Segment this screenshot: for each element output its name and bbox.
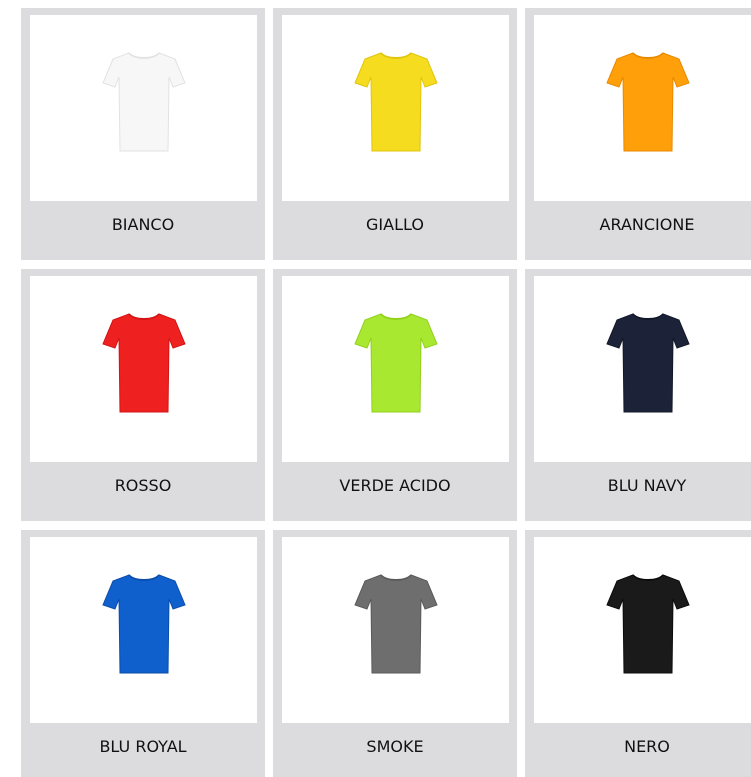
navy-blue-tshirt-icon xyxy=(605,313,690,413)
swatch-image xyxy=(30,15,257,201)
swatch-card-nero[interactable]: NERO xyxy=(525,530,751,777)
swatch-card-rosso[interactable]: ROSSO xyxy=(21,269,265,521)
swatch-card-giallo[interactable]: GIALLO xyxy=(273,8,517,260)
black-tshirt-icon xyxy=(605,574,690,674)
swatch-label: VERDE ACIDO xyxy=(339,476,451,495)
acid-green-tshirt-icon xyxy=(353,313,438,413)
smoke-tshirt-icon xyxy=(353,574,438,674)
swatch-image xyxy=(282,537,509,723)
swatch-image xyxy=(534,15,751,201)
swatch-image xyxy=(534,537,751,723)
swatch-label: BLU NAVY xyxy=(607,476,687,495)
yellow-tshirt-icon xyxy=(353,52,438,152)
swatch-label: SMOKE xyxy=(366,737,424,756)
swatch-label: BIANCO xyxy=(111,215,175,234)
color-swatch-grid: BIANCO GIALLO ARANCIONE ROSSO VERDE ACID… xyxy=(0,0,751,777)
swatch-card-smoke[interactable]: SMOKE xyxy=(273,530,517,777)
swatch-label: ROSSO xyxy=(114,476,172,495)
swatch-label: GIALLO xyxy=(366,215,424,234)
swatch-image xyxy=(282,15,509,201)
swatch-card-arancione[interactable]: ARANCIONE xyxy=(525,8,751,260)
swatch-label: NERO xyxy=(624,737,670,756)
swatch-card-verde-acido[interactable]: VERDE ACIDO xyxy=(273,269,517,521)
swatch-image xyxy=(534,276,751,462)
swatch-card-blu-navy[interactable]: BLU NAVY xyxy=(525,269,751,521)
swatch-label: ARANCIONE xyxy=(599,215,695,234)
swatch-card-bianco[interactable]: BIANCO xyxy=(21,8,265,260)
swatch-image xyxy=(282,276,509,462)
swatch-label: BLU ROYAL xyxy=(99,737,187,756)
royal-blue-tshirt-icon xyxy=(101,574,186,674)
orange-tshirt-icon xyxy=(605,52,690,152)
swatch-card-blu-royal[interactable]: BLU ROYAL xyxy=(21,530,265,777)
red-tshirt-icon xyxy=(101,313,186,413)
swatch-image xyxy=(30,537,257,723)
swatch-image xyxy=(30,276,257,462)
white-tshirt-icon xyxy=(101,52,186,152)
